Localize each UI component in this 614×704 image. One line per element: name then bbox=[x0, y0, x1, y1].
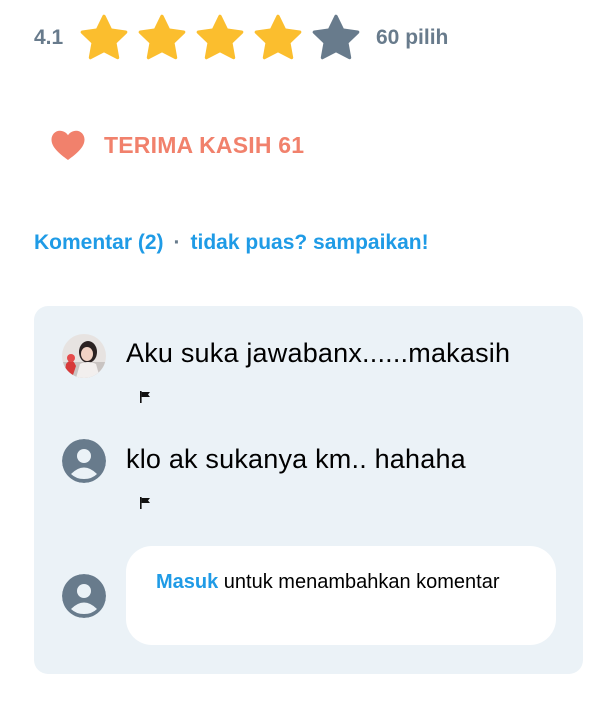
comment-text: klo ak sukanya km.. hahaha bbox=[126, 444, 466, 474]
rating-value: 4.1 bbox=[34, 26, 64, 49]
separator-dot: · bbox=[173, 231, 181, 254]
comment-text: Aku suka jawabanx......makasih bbox=[126, 338, 511, 368]
user-photo-icon bbox=[62, 334, 106, 378]
flag-icon[interactable] bbox=[138, 390, 152, 404]
current-user-avatar bbox=[62, 574, 106, 618]
report-link[interactable]: tidak puas? sampaikan! bbox=[191, 231, 429, 255]
flag-icon[interactable] bbox=[138, 496, 152, 510]
star-rating[interactable] bbox=[76, 13, 364, 63]
star-icon[interactable] bbox=[192, 13, 248, 63]
star-icon[interactable] bbox=[134, 13, 190, 63]
login-link[interactable]: Masuk bbox=[156, 571, 218, 593]
user-photo-avatar[interactable] bbox=[62, 334, 106, 378]
comment-links: Komentar (2) · tidak puas? sampaikan! bbox=[34, 228, 429, 258]
default-avatar-icon bbox=[62, 439, 106, 483]
heart-icon bbox=[51, 130, 85, 160]
thanks-label: TERIMA KASIH 61 bbox=[104, 131, 305, 158]
add-comment-box[interactable]: Masuk untuk menambahkan komentar bbox=[126, 546, 556, 645]
default-avatar-icon bbox=[62, 574, 106, 618]
votes-count: 60 pilih bbox=[376, 26, 449, 49]
rating-row: 4.1 60 pilih bbox=[34, 14, 448, 62]
star-icon[interactable] bbox=[250, 13, 306, 63]
thanks-button[interactable]: TERIMA KASIH 61 bbox=[50, 125, 304, 165]
add-comment-prompt: untuk menambahkan komentar bbox=[218, 571, 500, 593]
comments-panel: Aku suka jawabanx......makasih klo ak su… bbox=[34, 306, 583, 674]
default-avatar[interactable] bbox=[62, 439, 106, 483]
comments-link[interactable]: Komentar (2) bbox=[34, 231, 164, 255]
star-icon[interactable] bbox=[308, 13, 364, 63]
star-icon[interactable] bbox=[76, 13, 132, 63]
